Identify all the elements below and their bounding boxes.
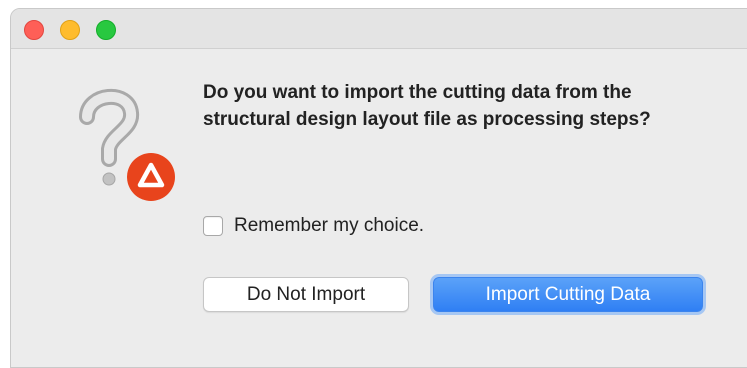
import-cutting-data-button[interactable]: Import Cutting Data [433,277,703,312]
minimize-window-button[interactable] [60,20,80,40]
remember-choice-label[interactable]: Remember my choice. [234,215,424,237]
warning-badge-icon [127,153,175,201]
question-warning-icon [77,81,181,203]
zoom-window-button[interactable] [96,20,116,40]
remember-choice-checkbox-row[interactable]: Remember my choice. [203,214,424,238]
do-not-import-button[interactable]: Do Not Import [203,277,409,312]
question-mark-icon [79,89,175,201]
dialog-message: Do you want to import the cutting data f… [203,82,651,130]
remember-choice-checkbox[interactable] [203,216,223,236]
title-bar [11,9,747,49]
close-window-button[interactable] [24,20,44,40]
dialog-window: Do you want to import the cutting data f… [10,8,747,368]
